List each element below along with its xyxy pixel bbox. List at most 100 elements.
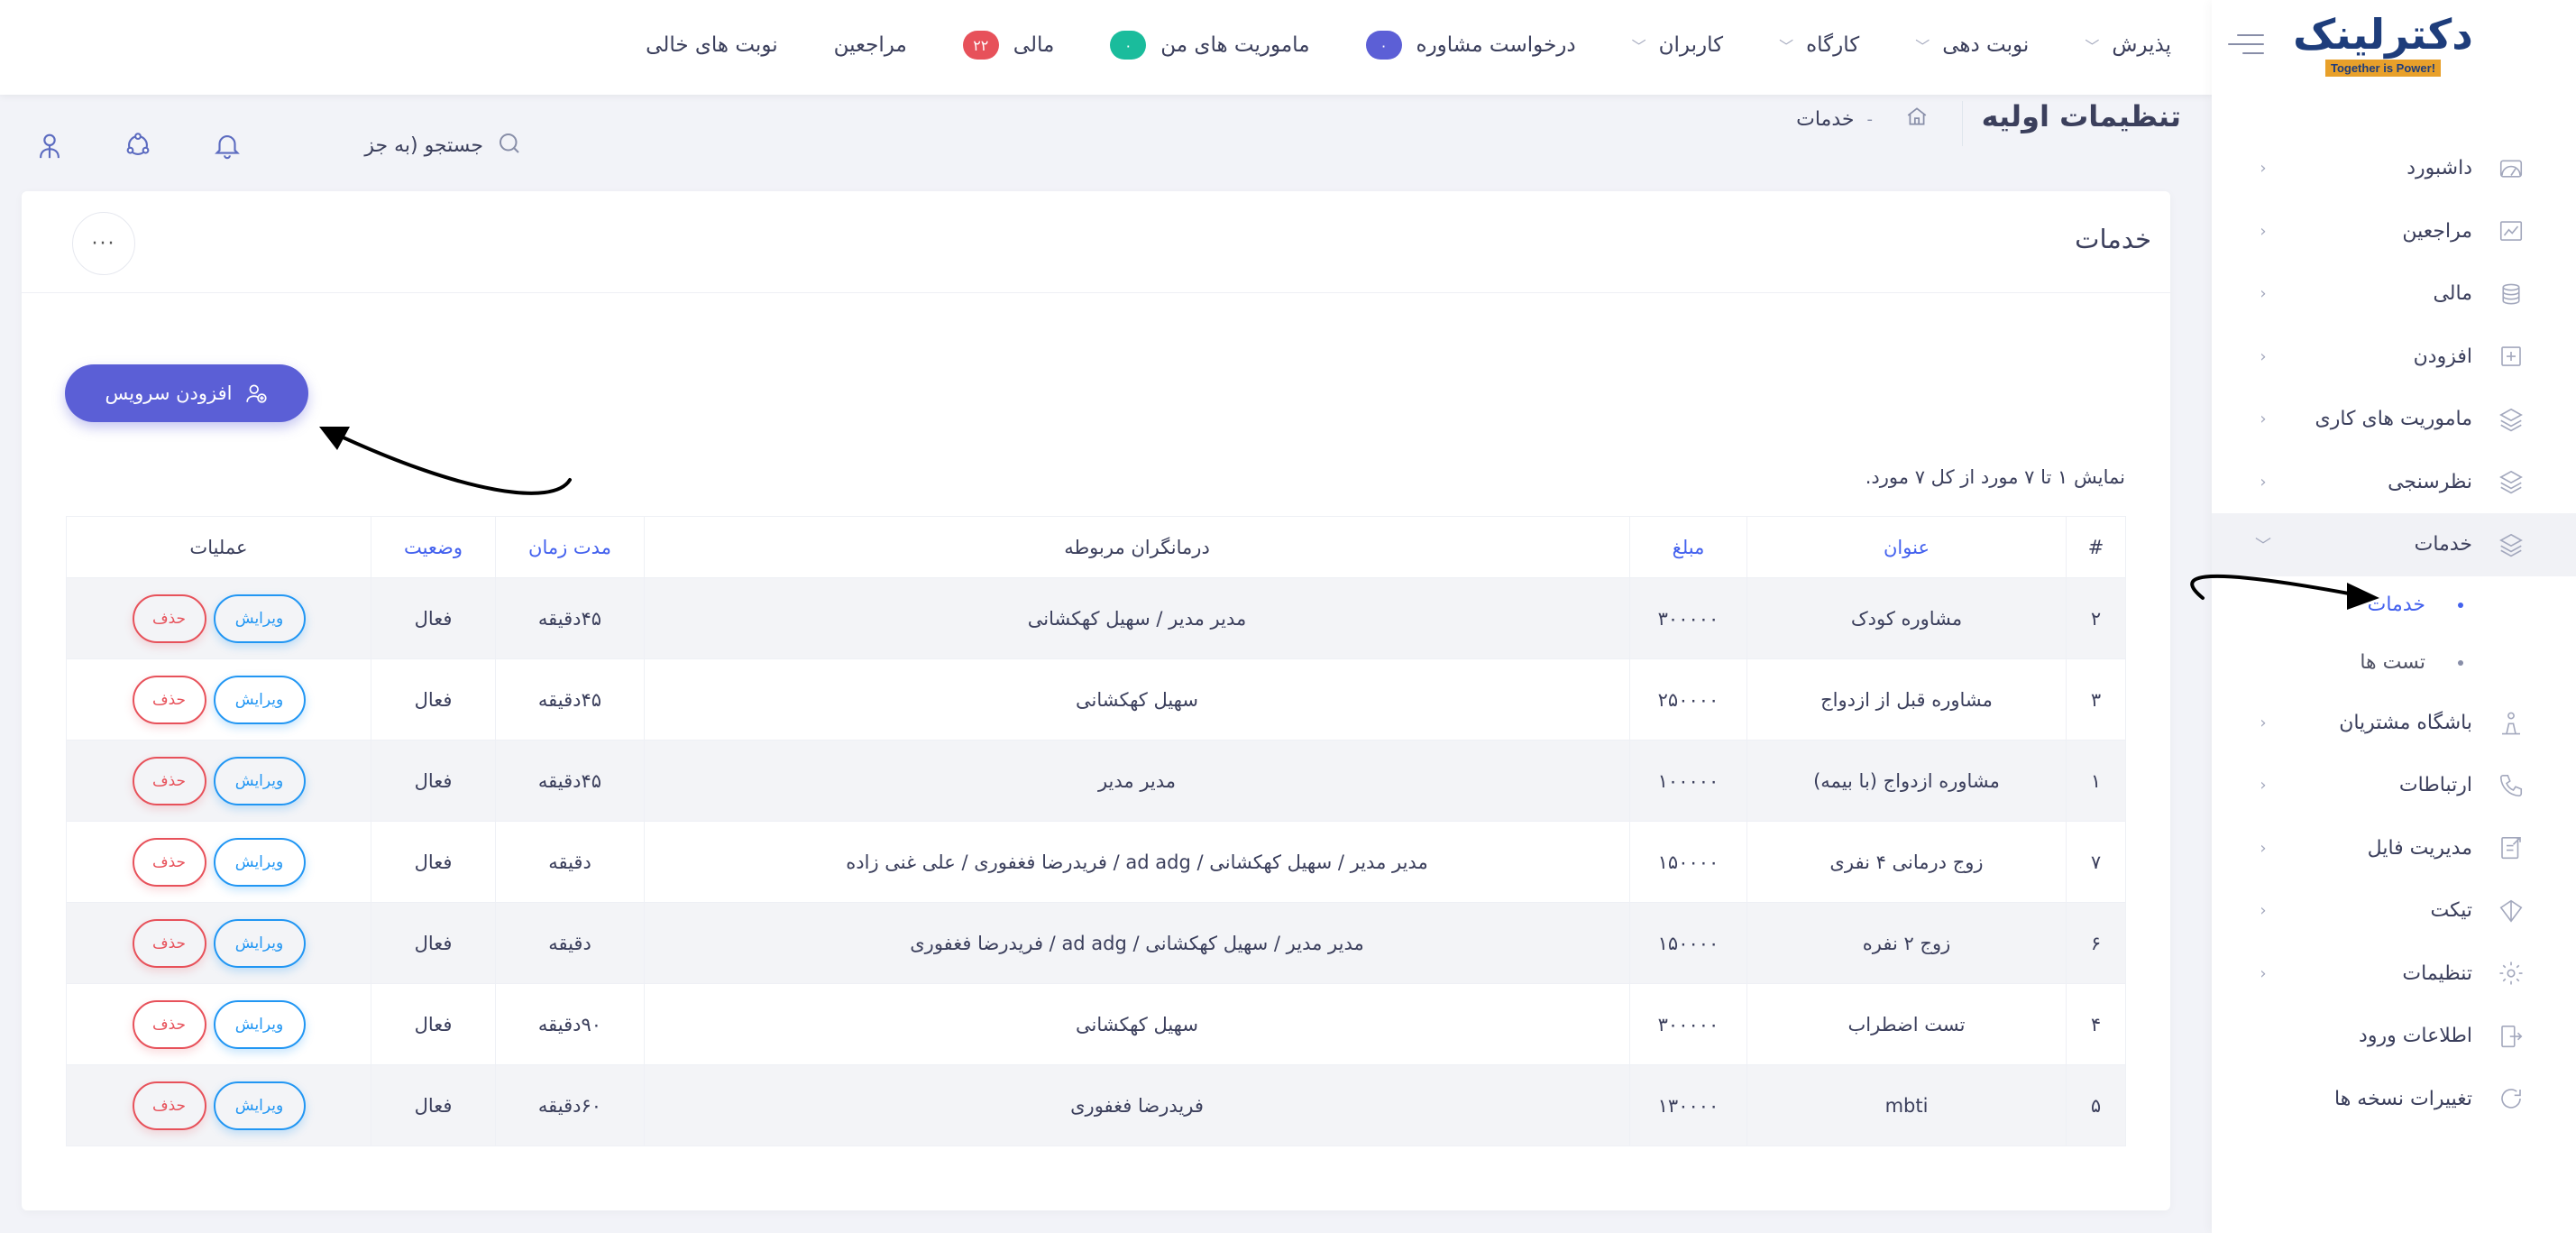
sidebar-item[interactable]: باشگاه مشتریان ‹ xyxy=(2212,692,2576,755)
chevron-left-icon: ‹ xyxy=(2260,346,2267,366)
sidebar-menu: داشبورد ‹ مراجعین ‹ مالی ‹ افزودن ‹ ماموریت های … xyxy=(2212,137,2576,1130)
column-header-ops: عملیات xyxy=(66,516,371,578)
search-input[interactable] xyxy=(330,133,483,157)
add-service-button[interactable]: افزودن سرویس xyxy=(65,364,308,422)
delete-button[interactable]: حذف xyxy=(132,837,206,887)
services-table: # عنوان مبلغ درمانگران مربوطه مدت زمان و… xyxy=(66,516,2126,1146)
topnav-item[interactable]: کاربران ﹀ xyxy=(1632,33,1723,57)
cell-title: مشاوره کودک xyxy=(1746,577,2067,659)
chevron-left-icon: ‹ xyxy=(2260,159,2267,179)
topnav-item[interactable]: مالی ۲۲ xyxy=(962,31,1055,60)
topnav-item-label: مراجعین xyxy=(833,33,907,57)
edit-button[interactable]: ویرایش xyxy=(213,837,306,887)
sidebar-item[interactable]: تیکت ‹ xyxy=(2212,879,2576,943)
sidebar-item-label: افزودن xyxy=(2413,345,2472,368)
sidebar-submenu: خدمات تست ها xyxy=(2212,575,2576,692)
sidebar-item[interactable]: نظرسنجی ‹ xyxy=(2212,451,2576,514)
chevron-left-icon: ‹ xyxy=(2260,409,2267,429)
edit-button[interactable]: ویرایش xyxy=(213,1081,306,1130)
topnav-item-label: مالی xyxy=(1013,33,1055,57)
topnav-item[interactable]: نوبت های خالی xyxy=(646,33,777,57)
sidebar-item-label: نظرسنجی xyxy=(2388,470,2472,493)
cell-duration: ۴۵دقیقه xyxy=(495,577,645,659)
cell-therapists: مدیر مدیر xyxy=(644,740,1630,822)
plus-square-icon xyxy=(2496,341,2526,372)
delete-button[interactable]: حذف xyxy=(132,756,206,805)
add-service-label: افزودن سرویس xyxy=(105,382,233,404)
topnav-item-label: کاربران xyxy=(1658,33,1724,57)
sidebar-item[interactable]: مالی ‹ xyxy=(2212,262,2576,326)
cell-price: ۱۵۰۰۰۰ xyxy=(1629,902,1747,984)
sidebar-item-label: مالی xyxy=(2433,282,2472,306)
cell-therapists: سهیل کهکشانی xyxy=(644,983,1630,1065)
cell-price: ۲۵۰۰۰۰ xyxy=(1629,658,1747,741)
topnav-item[interactable]: مراجعین xyxy=(834,33,907,57)
sync-icon[interactable] xyxy=(123,130,153,161)
delete-button[interactable]: حذف xyxy=(132,593,206,643)
topnav-item[interactable]: پذیرش ﹀ xyxy=(2085,33,2171,57)
delete-button[interactable]: حذف xyxy=(132,675,206,724)
cell-num: ۲ xyxy=(2066,577,2126,659)
home-icon[interactable] xyxy=(1905,105,1929,133)
table-body: ۲ مشاوره کودک ۳۰۰۰۰۰ مدیر مدیر / سهیل کهکشا… xyxy=(66,577,2126,1146)
annotation-arrow-left xyxy=(319,427,572,495)
topnav-item-label: کارگاه xyxy=(1806,33,1860,57)
sidebar-item[interactable]: ارتباطات ‹ xyxy=(2212,754,2576,817)
topnav-item-label: نوبت دهی xyxy=(1942,33,2030,57)
table-header-row: # عنوان مبلغ درمانگران مربوطه مدت زمان و… xyxy=(66,516,2126,578)
edit-button[interactable]: ویرایش xyxy=(213,593,306,643)
search-box[interactable] xyxy=(316,126,532,164)
sidebar-item[interactable]: تنظیمات ‹ xyxy=(2212,943,2576,1006)
sidebar-subitem[interactable]: خدمات xyxy=(2212,576,2576,634)
sidebar-item[interactable]: داشبورد ‹ xyxy=(2212,137,2576,200)
column-header-duration[interactable]: مدت زمان xyxy=(495,516,645,578)
sidebar-item[interactable]: تغییرات نسخه ها xyxy=(2212,1068,2576,1131)
column-header-num: # xyxy=(2066,516,2126,578)
brand-logo[interactable]: دکترلینک Together is Power! xyxy=(2293,11,2474,81)
delete-button[interactable]: حذف xyxy=(132,1081,206,1130)
sidebar-subitem[interactable]: تست ها xyxy=(2212,634,2576,692)
edit-button[interactable]: ویرایش xyxy=(213,918,306,968)
chevron-left-icon: ‹ xyxy=(2260,284,2267,304)
edit-button[interactable]: ویرایش xyxy=(213,756,306,805)
top-nav-items: پذیرش ﹀ نوبت دهی ﹀ کارگاه ﹀ کاربران ﹀ درخواست مش… xyxy=(590,0,2171,90)
sidebar-item[interactable]: ماموریت های کاری ‹ xyxy=(2212,388,2576,451)
gear-icon xyxy=(2496,958,2526,989)
cell-status: فعال xyxy=(371,740,496,822)
chevron-left-icon: ‹ xyxy=(2260,713,2267,732)
topnav-item[interactable]: نوبت دهی ﹀ xyxy=(1915,33,2029,57)
delete-button[interactable]: حذف xyxy=(132,918,206,968)
table-row: ۷ زوج درمانی ۴ نفری ۱۵۰۰۰۰ مدیر مدیر / سهیل… xyxy=(66,821,2126,903)
column-header-status[interactable]: وضعیت xyxy=(371,516,496,578)
cell-status: فعال xyxy=(371,658,496,741)
sidebar-item-label: تنظیمات xyxy=(2402,962,2472,985)
cell-duration: دقیقه xyxy=(495,821,645,903)
sidebar-item[interactable]: مدیریت فایل ‹ xyxy=(2212,817,2576,880)
column-header-price[interactable]: مبلغ xyxy=(1629,516,1747,578)
cell-price: ۱۵۰۰۰۰ xyxy=(1629,821,1747,903)
chevron-left-icon: ‹ xyxy=(2260,963,2267,983)
cell-duration: ۹۰دقیقه xyxy=(495,983,645,1065)
sidebar-item[interactable]: افزودن ‹ xyxy=(2212,326,2576,389)
sidebar-item[interactable]: مراجعین ‹ xyxy=(2212,200,2576,263)
topnav-item[interactable]: درخواست مشاوره ۰ xyxy=(1365,31,1576,60)
menu-toggle-icon[interactable] xyxy=(2226,31,2264,58)
delete-button[interactable]: حذف xyxy=(132,999,206,1049)
more-options-button[interactable]: ··· xyxy=(72,212,135,275)
edit-button[interactable]: ویرایش xyxy=(213,999,306,1049)
edit-button[interactable]: ویرایش xyxy=(213,675,306,724)
user-icon[interactable] xyxy=(34,130,65,161)
cell-num: ۴ xyxy=(2066,983,2126,1065)
column-header-title[interactable]: عنوان xyxy=(1746,516,2067,578)
bell-icon[interactable] xyxy=(212,130,243,161)
sidebar-item[interactable]: اطلاعات ورود xyxy=(2212,1005,2576,1068)
cell-price: ۱۳۰۰۰۰ xyxy=(1629,1064,1747,1146)
topnav-item[interactable]: کارگاه ﹀ xyxy=(1779,33,1859,57)
sidebar-item[interactable]: خدمات ﹀ xyxy=(2212,513,2576,576)
sidebar-item-label: مدیریت فایل xyxy=(2367,836,2472,860)
topnav-item[interactable]: ماموریت های من ۰ xyxy=(1110,31,1310,60)
chevron-left-icon: ‹ xyxy=(2260,838,2267,858)
breadcrumb-current[interactable]: خدمات xyxy=(1796,108,1854,131)
table-row: ۵ mbti ۱۳۰۰۰۰ فریدرضا فغفوری ۶۰دقیقه فعال ویرا… xyxy=(66,1064,2126,1146)
bullet-icon xyxy=(2458,602,2463,608)
